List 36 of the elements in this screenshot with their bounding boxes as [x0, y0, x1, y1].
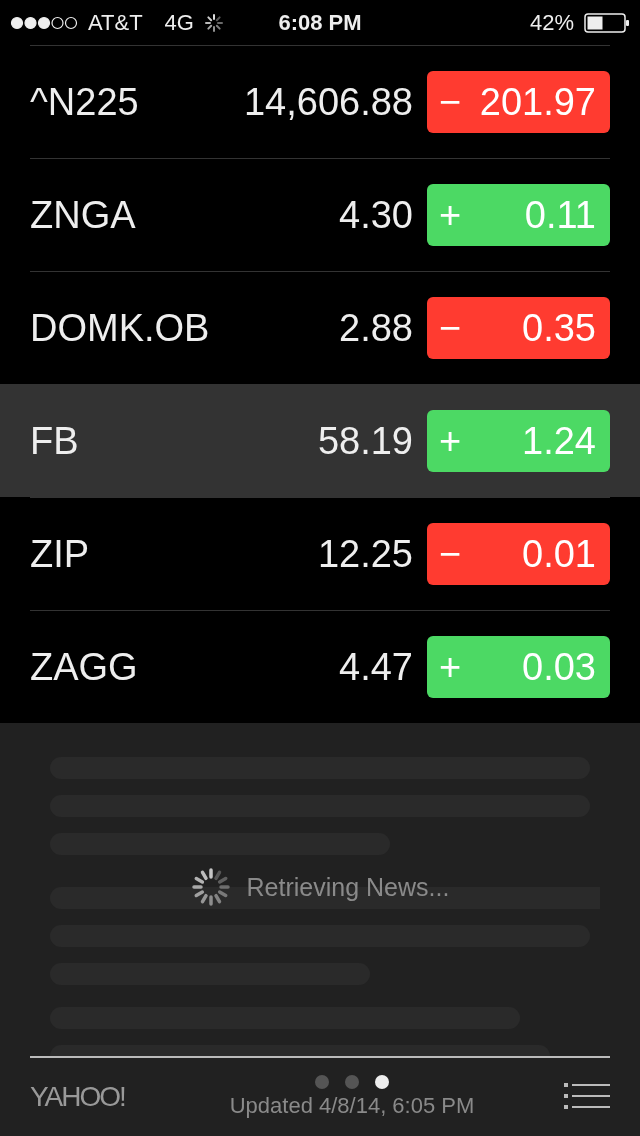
stock-symbol: FB	[30, 419, 80, 463]
stock-row[interactable]: ZAGG 4.47 + 0.03	[30, 610, 610, 723]
change-button[interactable]: − 0.01	[427, 523, 610, 585]
yahoo-logo: YAHOO!	[30, 1081, 126, 1113]
updated-time: Updated 4/8/14, 6:05 PM	[229, 1093, 475, 1119]
stock-price: 14,606.88	[243, 80, 413, 124]
stock-row[interactable]: ZNGA 4.30 + 0.11	[30, 158, 610, 271]
stock-row[interactable]: ZIP 12.25 − 0.01	[30, 497, 610, 610]
stock-price: 4.30	[339, 193, 413, 237]
stock-row[interactable]: FB 58.19 + 1.24	[0, 384, 640, 497]
network-type: 4G	[164, 9, 194, 36]
battery-percent: 42%	[529, 9, 574, 36]
page-dot[interactable]	[375, 1075, 389, 1089]
stock-symbol: ZAGG	[30, 645, 139, 689]
stock-symbol: ZIP	[30, 532, 91, 576]
stock-price: 4.47	[339, 645, 413, 689]
clock: 6:08 PM	[278, 9, 362, 36]
stock-price: 58.19	[317, 419, 413, 463]
page-dot[interactable]	[315, 1075, 329, 1089]
stock-symbol: DOMK.OB	[30, 306, 211, 350]
activity-icon	[203, 12, 224, 33]
battery-icon	[584, 12, 630, 33]
stock-price: 2.88	[339, 306, 413, 350]
change-button[interactable]: − 201.97	[427, 71, 610, 133]
change-button[interactable]: − 0.35	[427, 297, 610, 359]
spinner-icon	[190, 867, 231, 907]
stock-symbol: ^N225	[30, 80, 140, 124]
stock-price: 12.25	[317, 532, 413, 576]
stock-row[interactable]: ^N225 14,606.88 − 201.97	[30, 45, 610, 158]
loading-text: Retrieving News...	[246, 872, 450, 902]
carrier: AT&T	[88, 9, 143, 36]
stock-row[interactable]: DOMK.OB 2.88 − 0.35	[30, 271, 610, 384]
list-icon[interactable]	[564, 1082, 610, 1112]
stock-symbol: ZNGA	[30, 193, 137, 237]
signal-icon	[10, 14, 78, 31]
page-dot[interactable]	[345, 1075, 359, 1089]
